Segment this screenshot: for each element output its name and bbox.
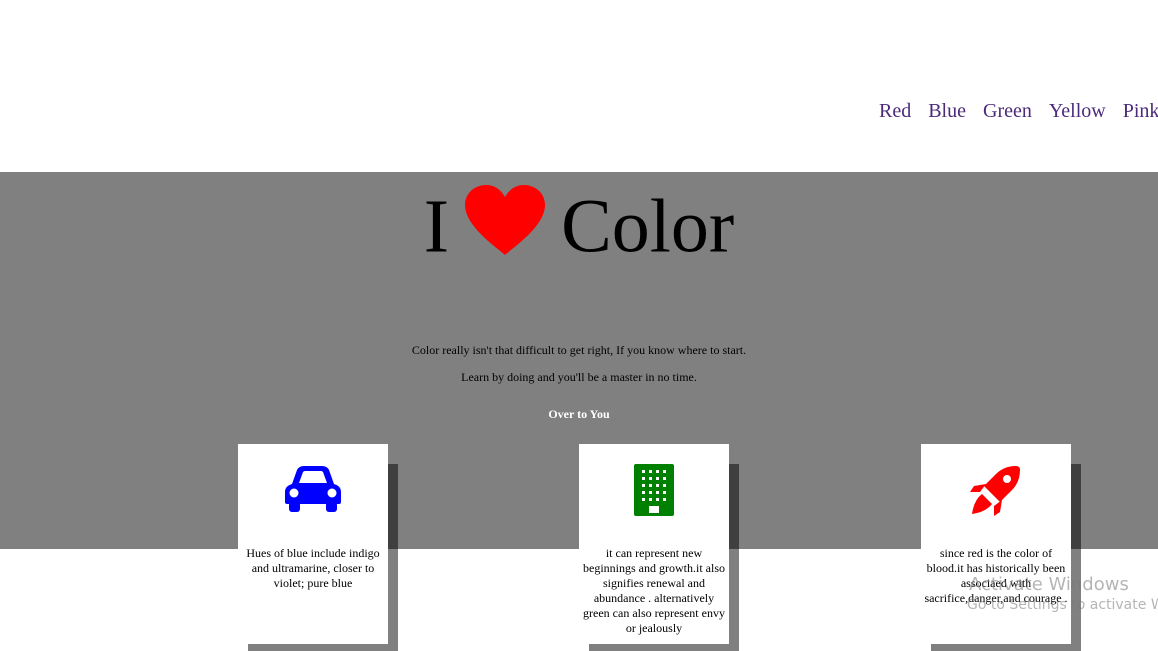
page: Red Blue Green Yellow Pink I Color Color rea… [0, 0, 1158, 651]
top-nav: Red Blue Green Yellow Pink [879, 100, 1158, 123]
card-body: it can represent new beginnings and grow… [579, 444, 729, 644]
card-text: Hues of blue include indigo and ultramar… [246, 546, 380, 590]
card-body: Hues of blue include indigo and ultramar… [238, 444, 388, 644]
rocket-icon [970, 466, 1020, 516]
car-icon [285, 466, 341, 512]
nav-link-pink[interactable]: Pink [1123, 100, 1158, 122]
nav-link-green[interactable]: Green [983, 100, 1032, 122]
card-green: it can represent new beginnings and grow… [579, 444, 739, 651]
watermark-subtitle: Go to Settings to activate Windows. [967, 597, 1158, 613]
hero-title-right: Color [561, 184, 735, 269]
nav-link-red[interactable]: Red [879, 100, 911, 122]
hero-tagline-2: Learn by doing and you'll be a master in… [461, 370, 697, 384]
card-red: since red is the color of blood.it has h… [921, 444, 1081, 651]
watermark-title: Activate Windows [969, 574, 1129, 595]
nav-link-blue[interactable]: Blue [928, 100, 966, 122]
over-to-you-link[interactable]: Over to You [0, 407, 1158, 422]
card-text: it can represent new beginnings and grow… [583, 546, 725, 635]
hero-title-left: I [423, 184, 450, 269]
card-blue: Hues of blue include indigo and ultramar… [238, 444, 398, 651]
building-icon [634, 464, 674, 516]
card-body: since red is the color of blood.it has h… [921, 444, 1071, 644]
nav-link-yellow[interactable]: Yellow [1049, 100, 1106, 122]
heart-icon [465, 184, 546, 255]
hero-tagline-1: Color really isn't that difficult to get… [411, 343, 747, 357]
hero-title: I Color [0, 176, 1158, 270]
windows-activation-watermark: Activate Windows Go to Settings to activ… [967, 574, 1158, 613]
